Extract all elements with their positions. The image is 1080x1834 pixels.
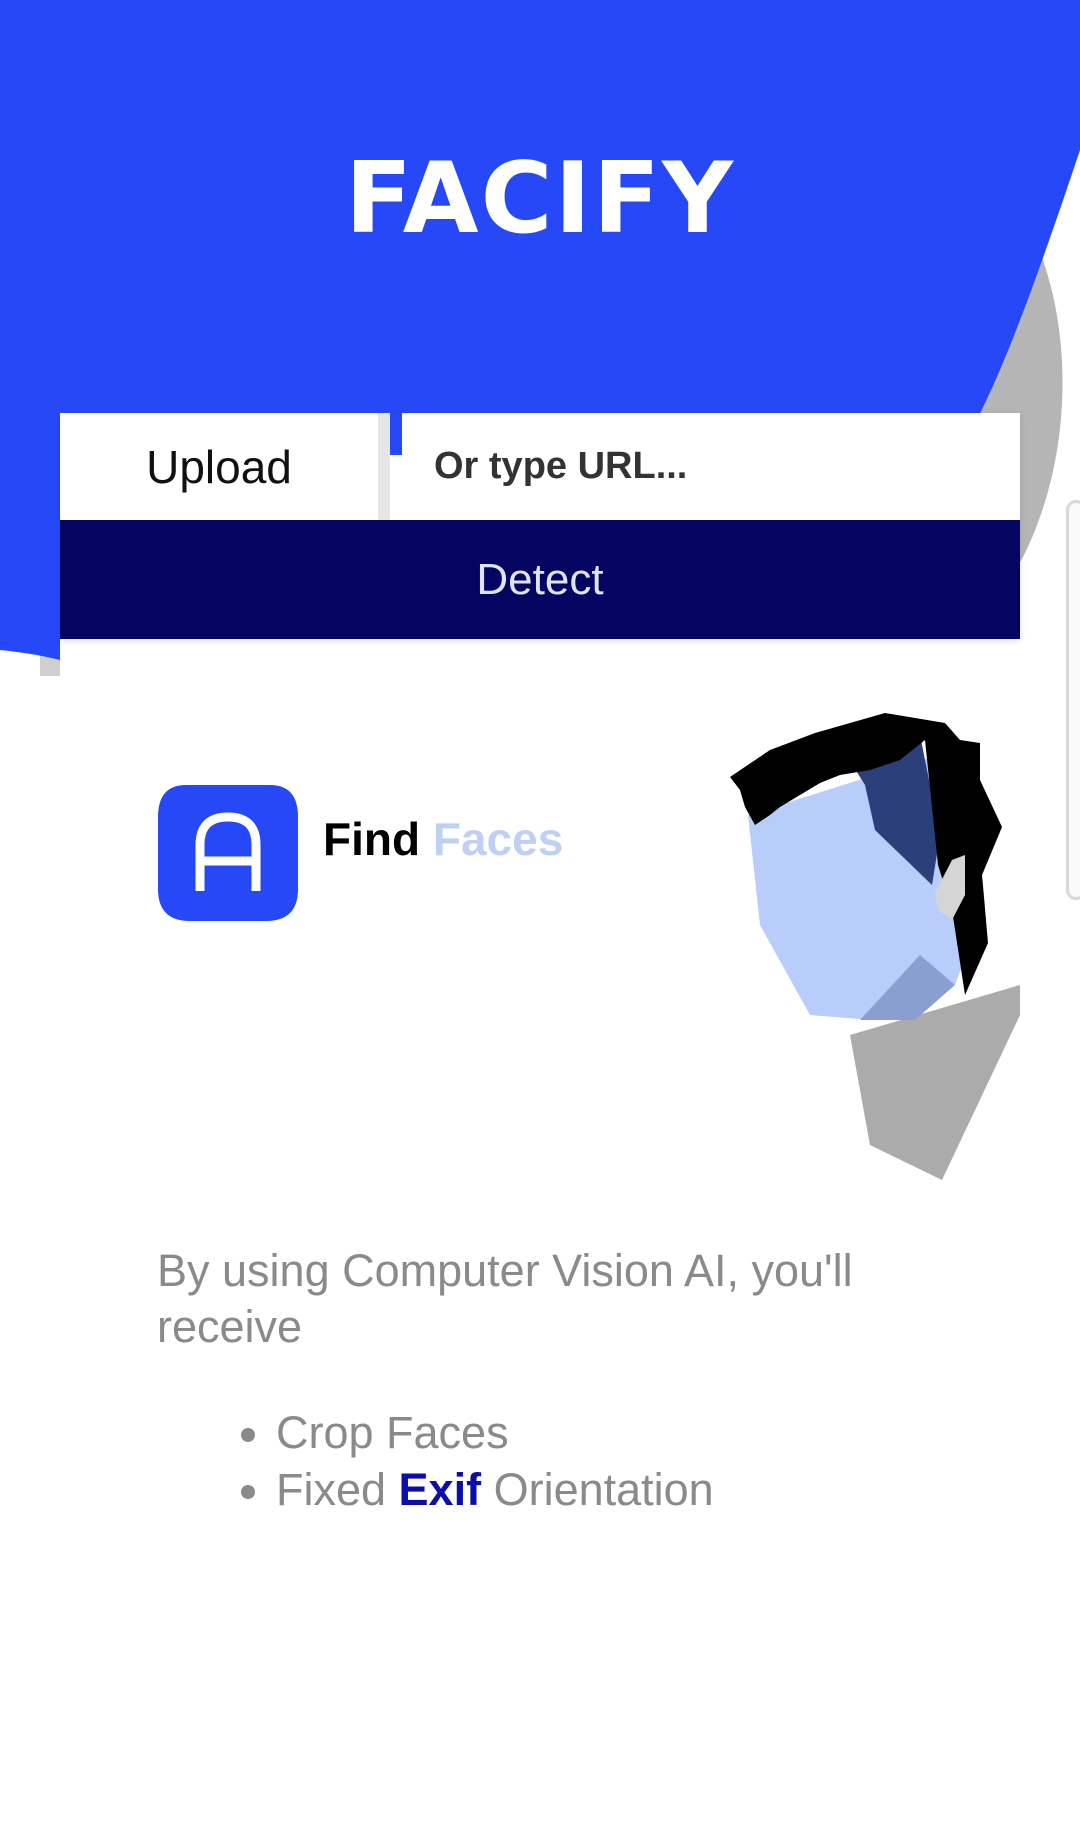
feature-text-after: Orientation (481, 1464, 714, 1515)
app-screen: FACIFY Upload Detect Find Faces By using… (0, 0, 1080, 1834)
feature-text: Crop Faces (276, 1407, 509, 1458)
image-input-card: Upload Detect (60, 413, 1020, 639)
features-list: Crop Faces Fixed Exif Orientation (241, 1404, 714, 1518)
url-input[interactable] (402, 413, 1020, 520)
brand-heading-word-find: Find (323, 813, 421, 865)
description-intro: By using Computer Vision AI, you'll rece… (157, 1245, 853, 1352)
brand-heading: Find Faces (323, 816, 563, 862)
app-logo: FACIFY (345, 142, 735, 256)
exif-highlight: Exif (398, 1464, 482, 1515)
app-logo-a-icon (158, 785, 298, 921)
upload-button[interactable]: Upload (60, 413, 390, 520)
detect-button[interactable]: Detect (60, 520, 1020, 639)
feature-text-before: Fixed (276, 1464, 399, 1515)
list-item: Fixed Exif Orientation (241, 1461, 714, 1518)
list-item: Crop Faces (241, 1404, 714, 1461)
scrollbar[interactable] (1066, 500, 1080, 900)
brand-heading-word-faces: Faces (432, 813, 564, 865)
face-illustration (730, 713, 1020, 1180)
